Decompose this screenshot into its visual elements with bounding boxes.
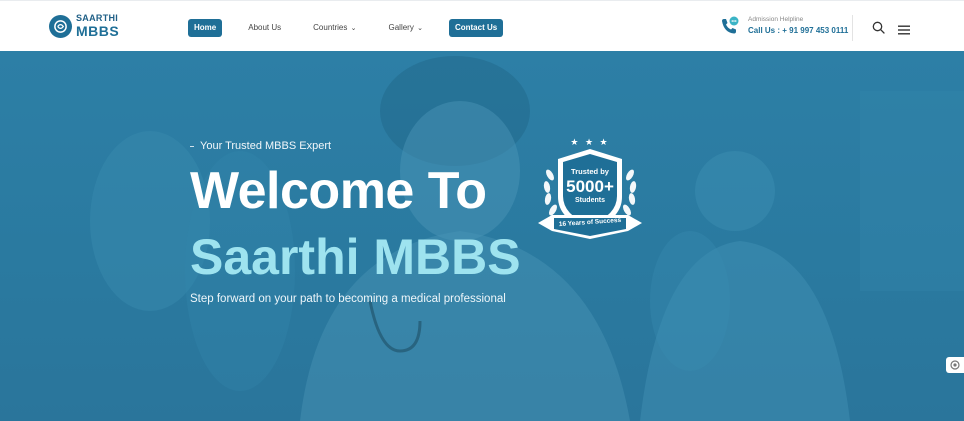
site-logo[interactable]: SAARTHI MBBS <box>49 14 119 38</box>
logo-icon <box>49 14 72 38</box>
header-divider <box>852 15 853 41</box>
trusted-by-badge: ★ ★ ★ Trusted by 5000+ Students 16 Years… <box>536 135 644 243</box>
tagline-dash <box>190 145 194 147</box>
admission-helpline[interactable]: Admission Helpline Call Us : + 91 997 45… <box>718 15 848 37</box>
nav-home[interactable]: Home <box>188 19 223 37</box>
main-nav: Home About Us Countries ⌄ Gallery ⌄ Cont… <box>188 19 504 37</box>
hamburger-menu-icon[interactable] <box>898 22 910 40</box>
hero-headline-line2: Saarthi MBBS <box>190 229 521 285</box>
phone-icon <box>718 15 740 37</box>
nav-about-us[interactable]: About Us <box>242 19 287 37</box>
logo-text-bottom: MBBS <box>76 23 120 39</box>
badge-number: 5000+ <box>566 177 614 196</box>
hero-subheadline: Step forward on your path to becoming a … <box>190 293 506 305</box>
nav-gallery-label: Gallery <box>388 23 414 32</box>
helpline-label: Admission Helpline <box>748 16 804 24</box>
search-icon[interactable] <box>872 21 885 39</box>
logo-text-top: SAARTHI <box>76 13 119 23</box>
hero-tagline: Your Trusted MBBS Expert <box>190 140 331 152</box>
nav-gallery[interactable]: Gallery ⌄ <box>383 19 429 37</box>
nav-countries-label: Countries <box>313 23 348 32</box>
accessibility-icon <box>950 360 960 370</box>
badge-top-text: Trusted by <box>571 167 609 176</box>
hero-headline-line1: Welcome To <box>190 162 487 220</box>
chevron-down-icon: ⌄ <box>350 25 357 32</box>
nav-countries[interactable]: Countries ⌄ <box>307 19 362 37</box>
contact-us-button[interactable]: Contact Us <box>448 19 504 37</box>
hero-section: Your Trusted MBBS Expert Welcome To Saar… <box>0 51 964 421</box>
side-widget-tab[interactable] <box>946 357 964 373</box>
site-header: SAARTHI MBBS Home About Us Countries ⌄ G… <box>0 0 964 51</box>
chevron-down-icon: ⌄ <box>417 25 423 32</box>
badge-stars: ★ ★ ★ <box>570 137 610 147</box>
hero-tagline-text: Your Trusted MBBS Expert <box>200 140 332 152</box>
badge-bottom-text: Students <box>575 197 605 204</box>
helpline-number[interactable]: Call Us : + 91 997 453 0111 <box>748 26 848 36</box>
